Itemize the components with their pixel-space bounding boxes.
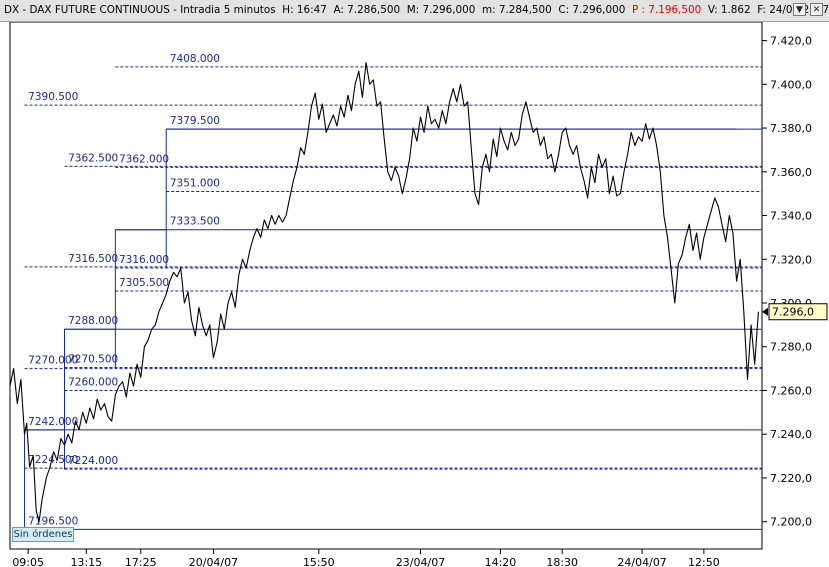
quote-header: DX - DAX FUTURE CONTINUOUS - Intradia 5 …: [4, 4, 829, 16]
orders-badge[interactable]: Sin órdenes: [12, 527, 74, 542]
level-label: 7408.000: [170, 53, 220, 65]
y-tick-label: 7.200,0: [770, 516, 812, 529]
level-label: 7379.500: [170, 115, 220, 127]
level-label: 7316.000: [119, 254, 169, 266]
high-time: H: 16:47: [282, 4, 327, 16]
y-tick-label: 7.240,0: [770, 428, 812, 441]
level-label: 7224.000: [68, 455, 118, 467]
last-price-pointer: [762, 307, 768, 316]
close-value: C: 7.296,000: [558, 4, 626, 16]
level-label: 7260.000: [68, 376, 118, 388]
x-tick-label: 12:50: [688, 556, 720, 567]
period: Intradia 5 minutos: [180, 4, 276, 16]
y-tick-label: 7.320,0: [770, 253, 812, 266]
x-tick-label: 18:30: [546, 556, 578, 567]
level-label: 7288.000: [68, 315, 118, 327]
title-bar: DX - DAX FUTURE CONTINUOUS - Intradia 5 …: [0, 0, 829, 22]
p-value: P : 7.196,500: [631, 4, 702, 16]
x-tick-label: 17:25: [125, 556, 157, 567]
level-label: 7242.000: [28, 416, 78, 428]
y-tick-label: 7.400,0: [770, 78, 812, 91]
level-label: 7351.000: [170, 177, 220, 189]
y-tick-label: 7.260,0: [770, 384, 812, 397]
y-tick-label: 7.280,0: [770, 341, 812, 354]
instrument-name: DAX FUTURE CONTINUOUS: [29, 4, 170, 16]
close-button[interactable]: ✕: [810, 3, 823, 16]
y-tick-label: 7.340,0: [770, 210, 812, 223]
level-label: 7316.500: [68, 253, 118, 265]
x-tick-label: 13:15: [70, 556, 102, 567]
level-label: 7196.500: [28, 515, 78, 527]
level-label: 7362.000: [119, 153, 169, 165]
price-chart[interactable]: 7.420,0 7.400,0 7.380,0 7.360,0 7.340,0 7.320…: [0, 22, 829, 567]
min-value: m: 7.284,500: [481, 4, 552, 16]
symbol: DX: [4, 4, 20, 16]
x-tick-label: 09:05: [12, 556, 44, 567]
level-label: 7390.500: [28, 91, 78, 103]
y-tick-label: 7.380,0: [770, 122, 812, 135]
x-tick-label: 15:50: [303, 556, 335, 567]
last-price-label: 7.296,0: [772, 306, 814, 319]
x-tick-label: 23/04/07: [396, 556, 445, 567]
level-label: 7270.000: [28, 355, 78, 367]
volume-value: V: 1.862: [707, 4, 751, 16]
y-tick-label: 7.360,0: [770, 166, 812, 179]
x-tick-label: 14:20: [485, 556, 517, 567]
mid-value: M: 7.296,000: [406, 4, 476, 16]
x-tick-label: 20/04/07: [189, 556, 238, 567]
y-tick-label: 7.420,0: [770, 35, 812, 48]
y-tick-label: 7.220,0: [770, 472, 812, 485]
minimize-button[interactable]: ▼: [793, 3, 806, 16]
level-label: 7362.500: [68, 152, 118, 164]
ask-value: A: 7.286,500: [333, 4, 401, 16]
x-tick-label: 24/04/07: [617, 556, 666, 567]
level-label: 7305.500: [119, 277, 169, 289]
level-label: 7333.500: [170, 216, 220, 228]
